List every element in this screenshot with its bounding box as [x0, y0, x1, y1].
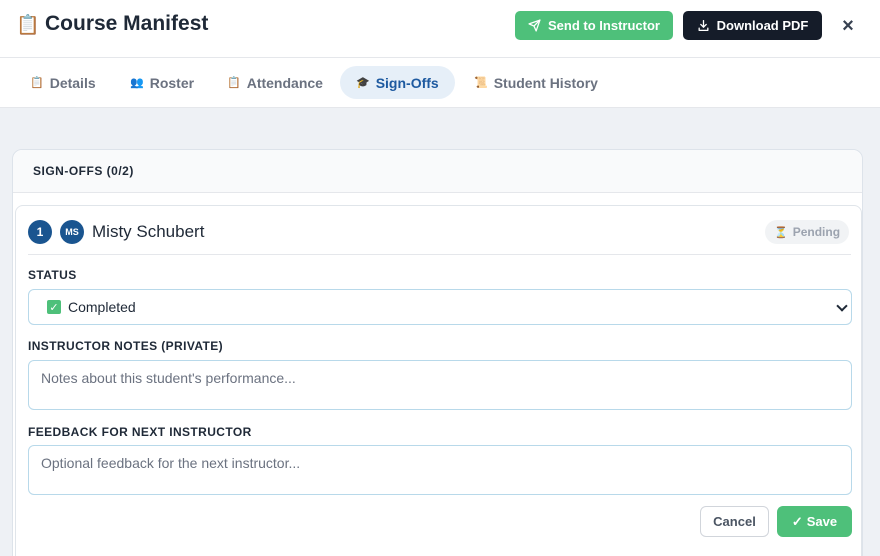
tab-student-history[interactable]: 📜 Student History — [458, 66, 614, 99]
save-button[interactable]: ✓ Save — [777, 506, 852, 537]
feedback-field[interactable] — [28, 445, 852, 495]
sign-offs-card: SIGN-OFFS (0/2) 1 MS Misty Schubert ⏳ Pe… — [12, 149, 863, 556]
chevron-down-icon — [831, 290, 851, 324]
modal-header: 📋 Course Manifest Send to Instructor Dow… — [0, 0, 880, 58]
tab-roster[interactable]: 👥 Roster — [114, 66, 210, 99]
status-badge-label: Pending — [792, 225, 841, 239]
tab-details[interactable]: 📋 Details — [14, 66, 112, 99]
tab-label: Sign-Offs — [375, 74, 439, 91]
hourglass-icon: ⏳ — [774, 226, 788, 239]
download-icon — [698, 19, 709, 32]
card-header: SIGN-OFFS (0/2) — [13, 150, 862, 193]
feedback-label: FEEDBACK FOR NEXT INSTRUCTOR — [28, 425, 252, 439]
cancel-button[interactable]: Cancel — [700, 506, 769, 537]
send-to-instructor-button[interactable]: Send to Instructor — [515, 11, 673, 40]
page-title: Course Manifest — [45, 12, 209, 35]
status-badge: ⏳ Pending — [765, 220, 850, 244]
student-name: Misty Schubert — [92, 222, 205, 241]
tab-attendance[interactable]: 📋 Attendance — [211, 66, 339, 99]
sign-off-entry: 1 MS Misty Schubert ⏳ Pending STATUS ✓ C… — [15, 205, 862, 556]
check-icon: ✓ — [791, 513, 803, 529]
people-icon: 👥 — [130, 77, 144, 89]
tab-label: Attendance — [246, 74, 323, 91]
status-select[interactable]: ✓ Completed — [28, 289, 852, 325]
send-icon — [528, 19, 541, 32]
graduation-cap-icon: 🎓 — [356, 77, 370, 89]
divider — [28, 254, 851, 255]
check-icon: ✓ — [47, 300, 61, 314]
entry-number-badge: 1 — [28, 220, 52, 244]
instructor-notes-field[interactable] — [28, 360, 852, 410]
status-label: STATUS — [28, 268, 77, 282]
tab-bar: 📋 Details 👥 Roster 📋 Attendance 🎓 Sign-O… — [0, 58, 880, 108]
download-pdf-button[interactable]: Download PDF — [683, 11, 822, 40]
close-icon[interactable]: × — [838, 14, 858, 38]
sign-offs-heading: SIGN-OFFS (0/2) — [33, 164, 134, 178]
send-button-label: Send to Instructor — [548, 18, 660, 33]
tab-label: Student History — [493, 74, 598, 91]
clipboard-icon: 📋 — [227, 77, 241, 89]
status-select-value: Completed — [68, 299, 136, 315]
clipboard-icon: 📋 — [30, 77, 44, 89]
instructor-notes-label: INSTRUCTOR NOTES (PRIVATE) — [28, 339, 224, 353]
tab-label: Roster — [149, 74, 195, 91]
save-button-label: Save — [806, 514, 838, 529]
download-button-label: Download PDF — [716, 18, 809, 33]
tab-sign-offs[interactable]: 🎓 Sign-Offs — [340, 66, 455, 99]
avatar: MS — [60, 220, 84, 244]
scroll-icon: 📜 — [474, 77, 488, 89]
tab-label: Details — [49, 74, 96, 91]
clipboard-icon: 📋 — [16, 15, 40, 36]
